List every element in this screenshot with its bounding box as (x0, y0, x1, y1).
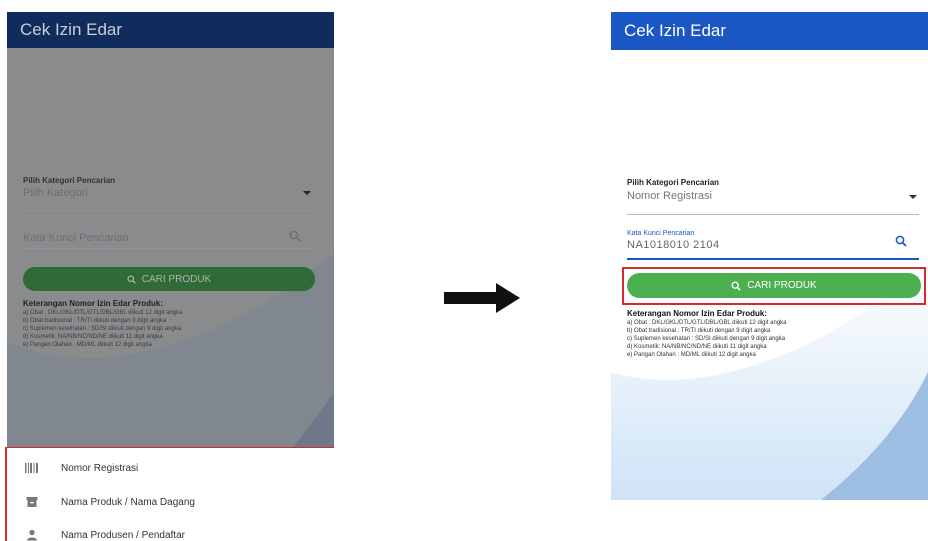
legend-item: b) Obat tradisional : TR/TI diikuti deng… (627, 328, 771, 334)
chevron-down-icon[interactable] (909, 195, 917, 199)
category-label: Pilih Kategori Pencarian (23, 176, 116, 185)
legend: Keterangan Nomor Izin Edar Produk: a) Ob… (23, 299, 323, 349)
category-bottom-sheet: Nomor Registrasi Nama Produk / Nama Daga… (7, 448, 334, 541)
sheet-option-nama-produsen[interactable]: Nama Produsen / Pendaftar (7, 519, 334, 541)
highlight-search-button (622, 267, 926, 305)
app-bar: Cek Izin Edar (611, 12, 928, 50)
legend-item: e) Pangan Olahan : MD/ML diikuti 12 digi… (627, 352, 756, 358)
person-icon (17, 529, 47, 541)
chevron-down-icon[interactable] (303, 191, 311, 195)
sheet-option-label: Nomor Registrasi (61, 462, 139, 474)
legend-item: a) Obat : DKL/GKL/DTL/GTL/DBL/GBL diikut… (23, 310, 183, 316)
category-underline (23, 210, 315, 211)
search-button-label: CARI PRODUK (141, 273, 212, 285)
sheet-option-label: Nama Produk / Nama Dagang (61, 496, 195, 508)
legend-item: d) Kosmetik: NA/NB/NC/ND/NE diikuti 11 d… (23, 334, 163, 340)
barcode-icon (17, 462, 47, 474)
app-title: Cek Izin Edar (624, 21, 727, 40)
legend-item: d) Kosmetik: NA/NB/NC/ND/NE diikuti 11 d… (627, 344, 767, 350)
legend-item: a) Obat : DKL/GKL/DTL/GTL/DBL/GBL diikut… (627, 320, 787, 326)
legend-item: c) Suplemen kesehatan : SD/SI diikuti de… (23, 326, 182, 332)
category-underline (627, 214, 919, 215)
keyword-underline (627, 258, 919, 260)
search-icon (127, 274, 136, 284)
search-icon[interactable] (289, 230, 301, 242)
sheet-option-nomor-registrasi[interactable]: Nomor Registrasi (7, 452, 334, 484)
legend-title: Keterangan Nomor Izin Edar Produk: (23, 299, 164, 308)
sheet-option-nama-produk[interactable]: Nama Produk / Nama Dagang (7, 486, 334, 518)
arrow-right-icon (444, 283, 520, 313)
search-product-button[interactable]: CARI PRODUK (23, 267, 315, 291)
legend: Keterangan Nomor Izin Edar Produk: a) Ob… (627, 309, 923, 359)
keyword-input[interactable]: Kata Kunci Pencarian (23, 232, 129, 244)
archive-icon (17, 496, 47, 508)
legend-item: e) Pangan Olahan : MD/ML diikuti 12 digi… (23, 342, 152, 348)
category-select[interactable]: Pilih Kategori (23, 187, 88, 199)
keyword-underline (23, 248, 315, 249)
legend-item: c) Suplemen kesehatan : SD/SI diikuti de… (627, 336, 786, 342)
right-phone-screen: Cek Izin Edar Pilih Kategori Pencarian N… (611, 12, 928, 500)
background-wave (611, 262, 928, 500)
category-label: Pilih Kategori Pencarian (627, 178, 720, 187)
left-phone-screen: Cek Izin Edar Pilih Kategori Pencarian P… (7, 12, 334, 541)
legend-item: b) Obat tradisional : TR/TI diikuti deng… (23, 318, 167, 324)
sheet-option-label: Nama Produsen / Pendaftar (61, 529, 185, 541)
legend-title: Keterangan Nomor Izin Edar Produk: (627, 309, 768, 318)
category-select[interactable]: Nomor Registrasi (627, 190, 712, 202)
search-icon[interactable] (895, 235, 907, 247)
keyword-label: Kata Kunci Pencarian (627, 230, 695, 237)
keyword-input[interactable]: NA1018010 2104 (627, 239, 720, 251)
